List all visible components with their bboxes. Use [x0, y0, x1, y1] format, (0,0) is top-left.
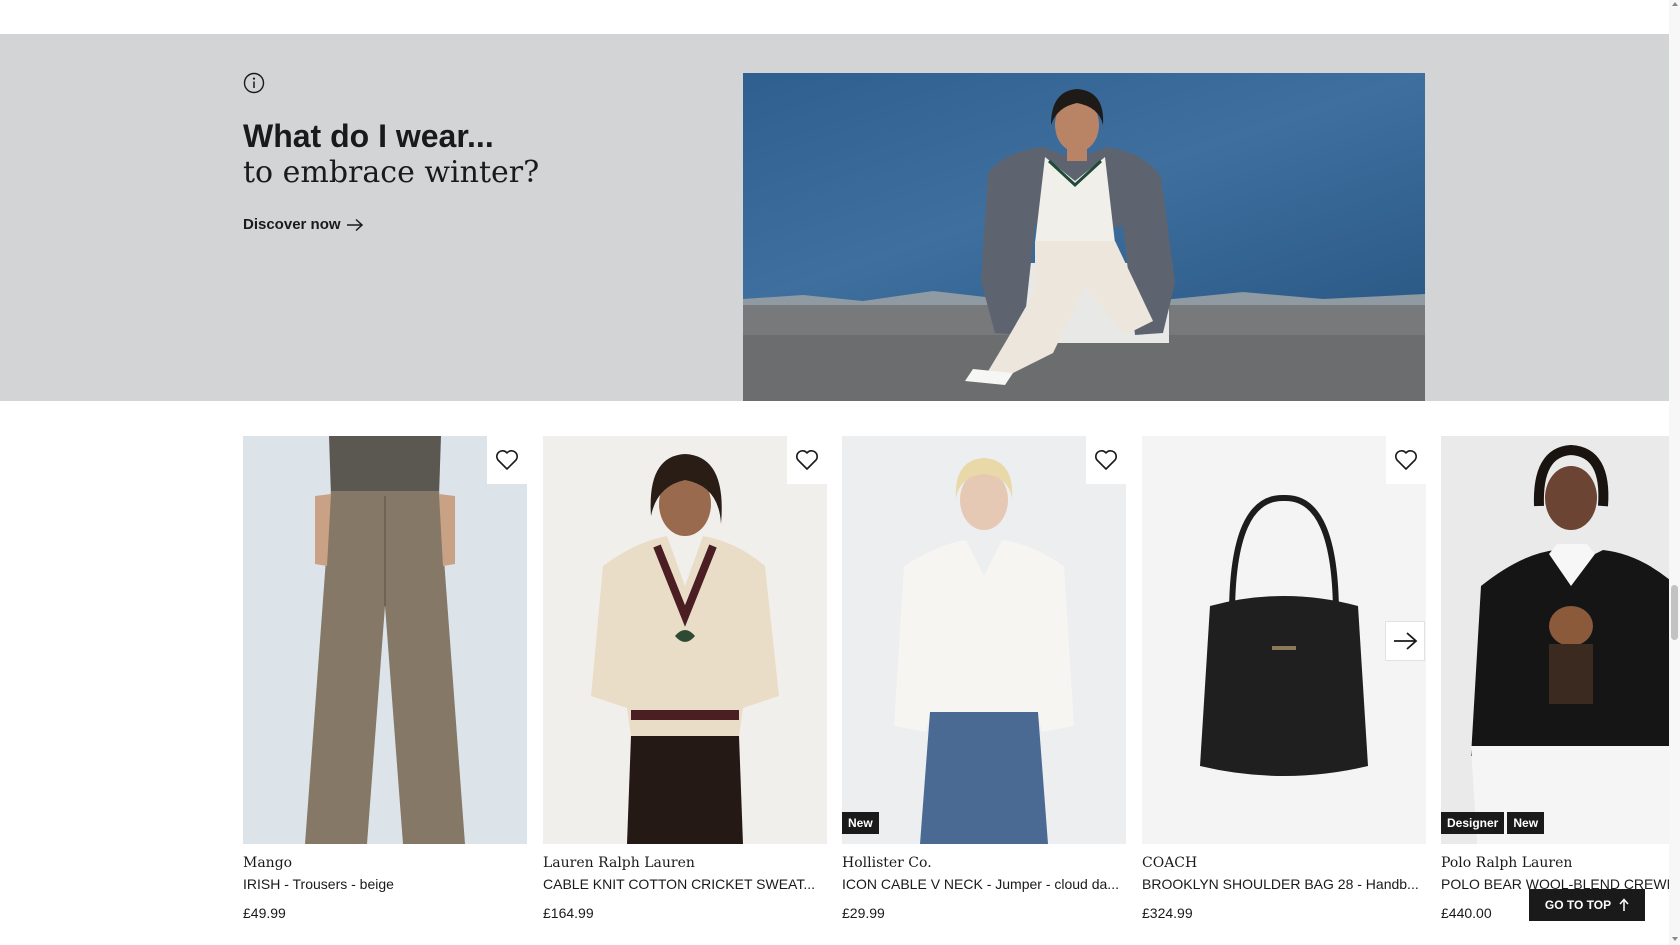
product-image[interactable] — [543, 436, 827, 844]
carousel-next-button[interactable] — [1385, 621, 1425, 661]
product-badges: New — [842, 812, 879, 834]
product-brand: Lauren Ralph Lauren — [543, 855, 695, 871]
product-price: £49.99 — [243, 905, 286, 921]
discover-now-label: Discover now — [243, 216, 341, 233]
product-name: BROOKLYN SHOULDER BAG 28 - Handb... — [1142, 876, 1419, 892]
info-icon[interactable] — [243, 72, 265, 94]
product-badges: Designer New — [1441, 812, 1545, 834]
wishlist-button[interactable] — [487, 436, 527, 484]
product-price: £29.99 — [842, 905, 885, 921]
banner-subtitle: to embrace winter? — [243, 155, 540, 190]
product-price: £164.99 — [543, 905, 594, 921]
wishlist-button[interactable] — [1386, 436, 1426, 484]
heart-icon — [1395, 450, 1417, 470]
product-name: CABLE KNIT COTTON CRICKET SWEAT... — [543, 876, 816, 892]
product-image[interactable] — [1142, 436, 1426, 844]
arrow-right-icon — [1394, 632, 1418, 650]
product-image[interactable]: Designer New — [1441, 436, 1669, 844]
heart-icon — [796, 450, 818, 470]
product-price: £324.99 — [1142, 905, 1193, 921]
product-card[interactable]: Mango IRISH - Trousers - beige £49.99 — [243, 436, 527, 921]
product-brand: COACH — [1142, 855, 1198, 871]
wishlist-button[interactable] — [787, 436, 827, 484]
product-brand: Mango — [243, 855, 293, 871]
editorial-banner: What do I wear... to embrace winter? Dis… — [0, 34, 1669, 401]
heart-icon — [1095, 450, 1117, 470]
product-card[interactable]: COACH BROOKLYN SHOULDER BAG 28 - Handb..… — [1142, 436, 1426, 921]
go-to-top-label: GO TO TOP — [1544, 898, 1612, 912]
product-image[interactable]: New — [842, 436, 1126, 844]
product-name: IRISH - Trousers - beige — [243, 876, 394, 892]
top-strip — [0, 0, 1669, 34]
product-card[interactable]: Lauren Ralph Lauren CABLE KNIT COTTON CR… — [543, 436, 827, 921]
designer-badge: Designer — [1441, 812, 1505, 834]
product-card[interactable]: New Hollister Co. ICON CABLE V NECK - Ju… — [842, 436, 1126, 921]
arrow-up-icon — [1619, 898, 1629, 911]
heart-icon — [496, 450, 518, 470]
scrollbar-thumb[interactable] — [1671, 585, 1678, 640]
new-badge: New — [1507, 812, 1545, 834]
product-card[interactable]: Designer New Polo Ralph Lauren POLO BEAR… — [1441, 436, 1669, 921]
page-scrollbar[interactable] — [1669, 0, 1680, 945]
product-image[interactable] — [243, 436, 527, 844]
product-brand: Hollister Co. — [842, 855, 932, 871]
discover-now-link[interactable]: Discover now — [243, 216, 364, 233]
product-brand: Polo Ralph Lauren — [1441, 855, 1573, 871]
scroll-down-arrow-icon[interactable] — [1672, 937, 1678, 941]
banner-image[interactable] — [743, 73, 1425, 401]
new-badge: New — [842, 812, 879, 834]
arrow-right-icon — [346, 218, 363, 231]
scroll-up-arrow-icon[interactable] — [1672, 2, 1678, 6]
wishlist-button[interactable] — [1086, 436, 1126, 484]
go-to-top-button[interactable]: GO TO TOP — [1529, 889, 1645, 921]
product-name: ICON CABLE V NECK - Jumper - cloud da... — [842, 876, 1119, 892]
banner-title: What do I wear... — [243, 118, 494, 154]
